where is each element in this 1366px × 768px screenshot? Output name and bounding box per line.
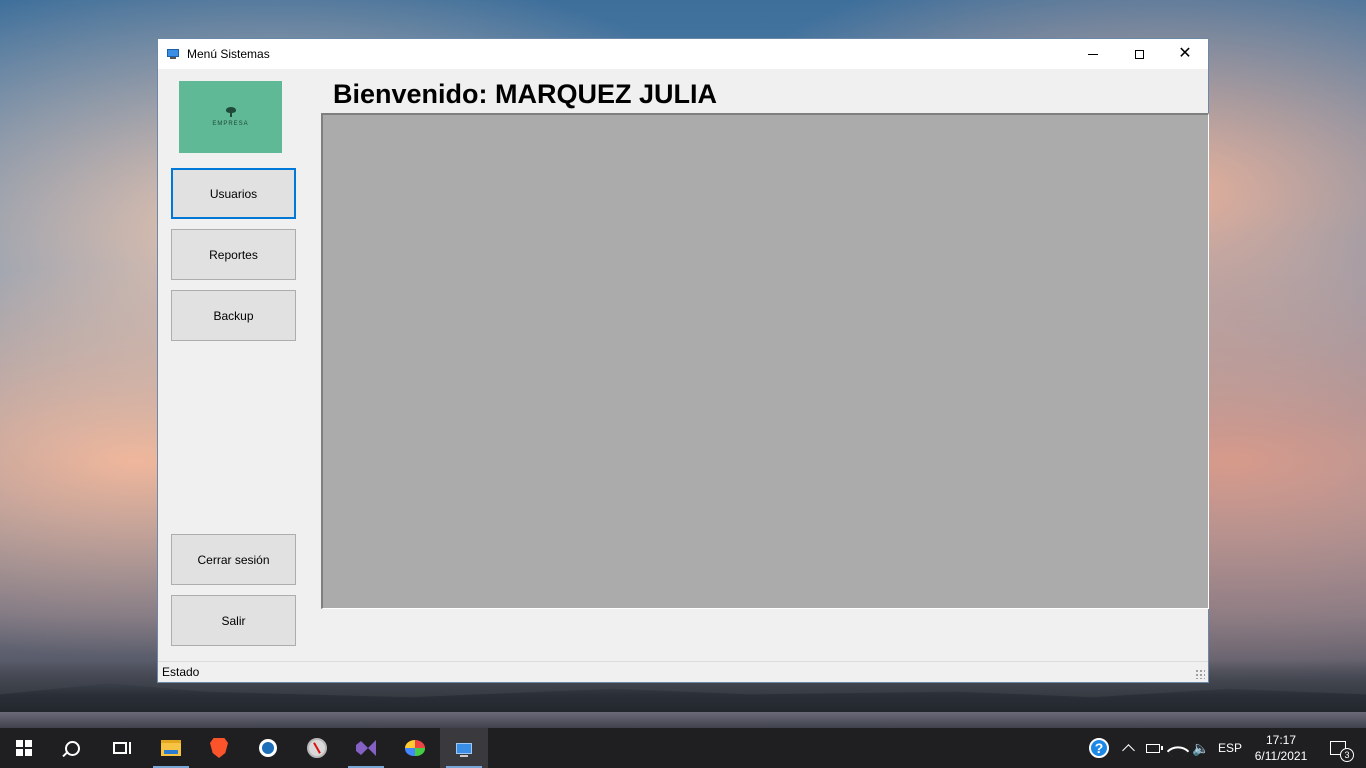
clock-date: 6/11/2021 bbox=[1254, 749, 1308, 763]
search-button[interactable] bbox=[48, 728, 96, 768]
start-button[interactable] bbox=[0, 728, 48, 768]
reportes-button[interactable]: Reportes bbox=[171, 229, 296, 280]
taskbar-ie[interactable] bbox=[244, 728, 292, 768]
minimize-icon bbox=[1088, 53, 1098, 55]
welcome-heading: Bienvenido: MARQUEZ JULIA bbox=[333, 79, 718, 109]
taskbar-file-explorer[interactable] bbox=[147, 728, 195, 768]
tray-battery[interactable] bbox=[1142, 728, 1164, 768]
notification-icon: 3 bbox=[1330, 741, 1354, 762]
window-title: Menú Sistemas bbox=[187, 47, 270, 61]
status-bar: Estado bbox=[158, 661, 1208, 682]
taskbar-menu-sistemas[interactable] bbox=[440, 728, 488, 768]
tree-icon bbox=[224, 107, 238, 117]
tray-volume[interactable]: 🔈 bbox=[1190, 728, 1212, 768]
window-controls: ✕ bbox=[1070, 39, 1208, 69]
taskbar-visual-studio[interactable] bbox=[342, 728, 390, 768]
paint-palette-icon bbox=[405, 740, 425, 756]
task-view-button[interactable] bbox=[96, 728, 144, 768]
backup-button[interactable]: Backup bbox=[171, 290, 296, 341]
maximize-button[interactable] bbox=[1116, 39, 1162, 69]
internet-explorer-icon bbox=[259, 739, 277, 757]
notification-count-badge: 3 bbox=[1340, 748, 1354, 762]
taskbar-brave[interactable] bbox=[195, 728, 243, 768]
task-view-icon bbox=[113, 742, 131, 754]
menu-sistemas-app-icon bbox=[456, 742, 472, 757]
clock-time: 17:17 bbox=[1265, 733, 1297, 747]
usuarios-button[interactable]: Usuarios bbox=[171, 168, 296, 219]
search-icon bbox=[64, 740, 80, 756]
action-center-button[interactable]: 3 bbox=[1318, 728, 1358, 768]
taskbar-compass[interactable] bbox=[293, 728, 341, 768]
menu-sistemas-window: Menú Sistemas ✕ EMPRESA Usuarios Reporte… bbox=[157, 38, 1209, 683]
chevron-up-icon bbox=[1121, 743, 1135, 757]
taskbar-paint[interactable] bbox=[391, 728, 439, 768]
taskbar: ? 🔈 ESP 17:17 6/11/2021 3 bbox=[0, 728, 1366, 768]
close-button[interactable]: ✕ bbox=[1162, 39, 1208, 69]
wallpaper-water bbox=[0, 712, 1366, 728]
language-indicator: ESP bbox=[1217, 741, 1242, 755]
status-text: Estado bbox=[162, 665, 200, 679]
tray-clock[interactable]: 17:17 6/11/2021 bbox=[1248, 728, 1314, 768]
tray-network[interactable] bbox=[1166, 728, 1190, 768]
main-content-panel bbox=[321, 113, 1209, 609]
speaker-icon: 🔈 bbox=[1192, 739, 1210, 756]
file-explorer-icon bbox=[161, 740, 181, 756]
minimize-button[interactable] bbox=[1070, 39, 1116, 69]
help-icon: ? bbox=[1089, 738, 1109, 758]
wifi-icon bbox=[1166, 739, 1190, 763]
title-bar[interactable]: Menú Sistemas ✕ bbox=[158, 39, 1208, 69]
cerrar-sesion-button[interactable]: Cerrar sesión bbox=[171, 534, 296, 585]
tray-help[interactable]: ? bbox=[1086, 728, 1112, 768]
compass-icon bbox=[307, 738, 327, 758]
maximize-icon bbox=[1134, 49, 1144, 59]
battery-icon bbox=[1146, 743, 1163, 753]
close-icon: ✕ bbox=[1178, 45, 1192, 62]
visual-studio-icon bbox=[356, 740, 376, 756]
tray-show-hidden[interactable] bbox=[1118, 728, 1138, 768]
company-logo: EMPRESA bbox=[179, 81, 282, 153]
logo-text: EMPRESA bbox=[212, 121, 249, 127]
app-monitor-icon bbox=[167, 49, 179, 59]
brave-browser-icon bbox=[210, 738, 228, 758]
salir-button[interactable]: Salir bbox=[171, 595, 296, 646]
tray-language[interactable]: ESP bbox=[1214, 728, 1246, 768]
resize-grip-icon[interactable] bbox=[1195, 669, 1205, 679]
windows-logo-icon bbox=[16, 740, 32, 756]
